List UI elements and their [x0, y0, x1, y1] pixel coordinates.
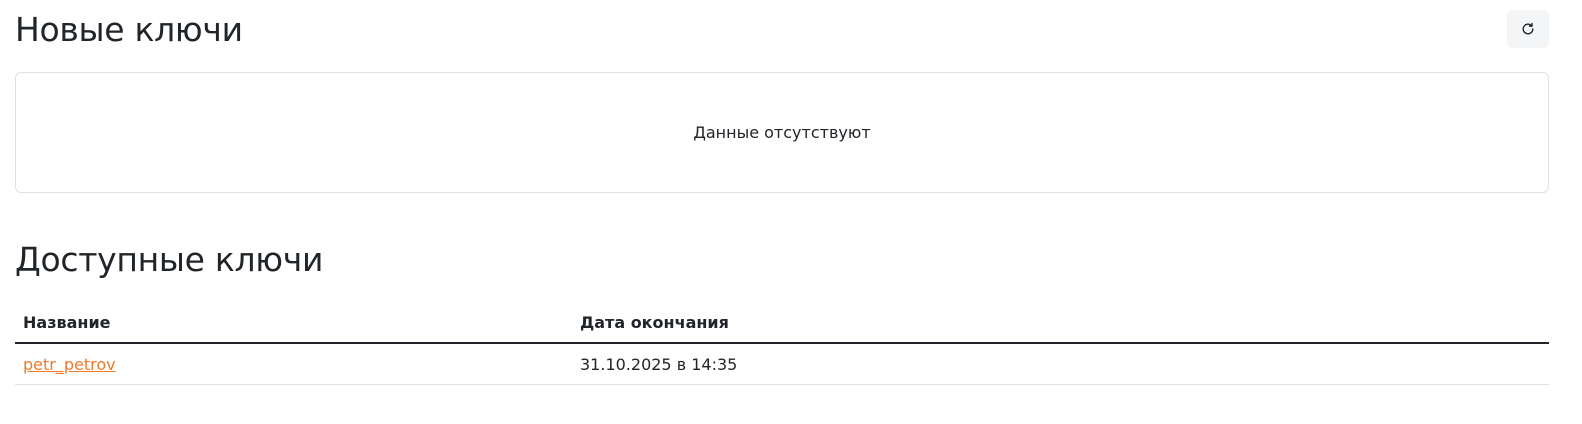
refresh-icon [1521, 22, 1535, 36]
column-header-expires: Дата окончания [572, 302, 1549, 344]
available-keys-title: Доступные ключи [15, 240, 324, 279]
key-expires-cell: 31.10.2025 в 14:35 [572, 343, 1549, 385]
available-keys-table: Название Дата окончания petr_petrov 31.1… [15, 302, 1549, 385]
empty-message: Данные отсутствуют [693, 123, 871, 142]
new-keys-title: Новые ключи [15, 10, 243, 49]
column-header-name: Название [15, 302, 572, 344]
page: Новые ключи Данные отсутствуют Доступные… [15, 0, 1549, 385]
refresh-button[interactable] [1507, 10, 1549, 48]
new-keys-empty-card: Данные отсутствуют [15, 72, 1549, 193]
table-row: petr_petrov 31.10.2025 в 14:35 [15, 343, 1549, 385]
key-name-cell: petr_petrov [15, 343, 572, 385]
new-keys-header: Новые ключи [15, 0, 1549, 72]
table-header-row: Название Дата окончания [15, 302, 1549, 344]
key-name-link[interactable]: petr_petrov [23, 355, 116, 374]
